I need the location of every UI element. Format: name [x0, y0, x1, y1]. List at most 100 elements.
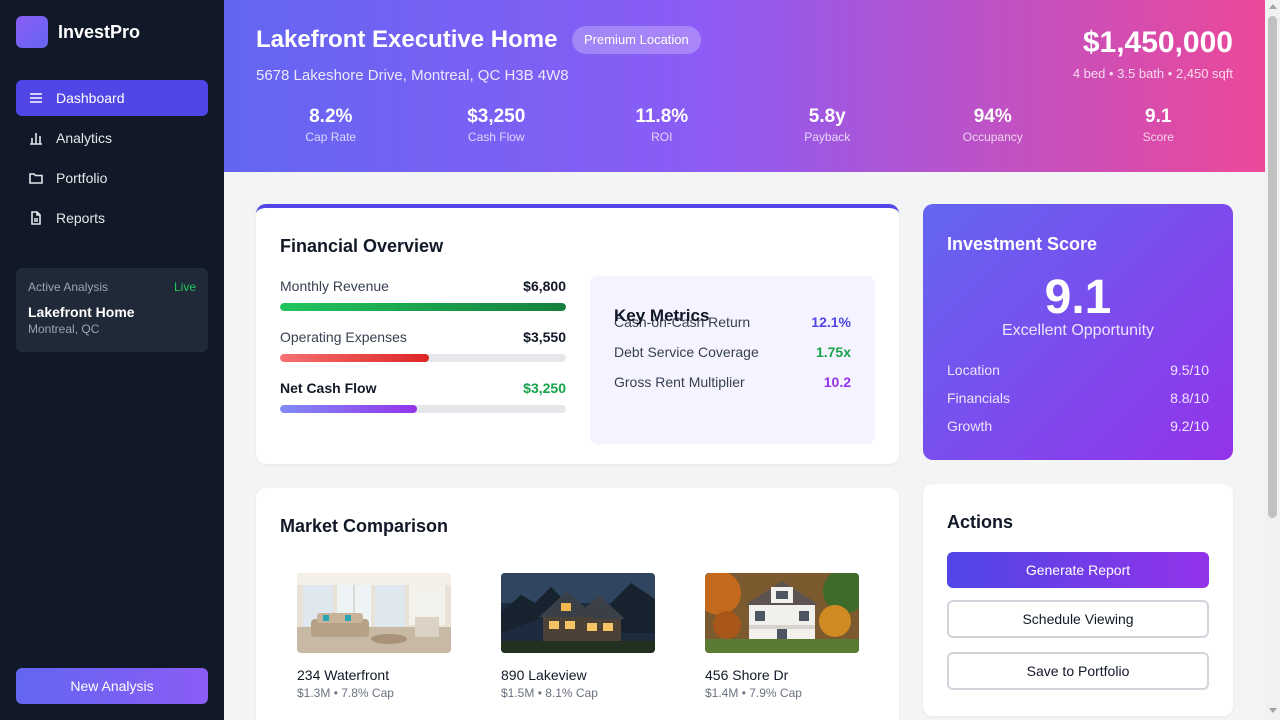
investment-score-value: 9.1 [1044, 271, 1112, 324]
property-photo [501, 573, 655, 653]
comparable-name: 890 Lakeview [501, 667, 587, 683]
comparable-cap: 7.9% Cap [749, 686, 802, 700]
sidebar-item-label: Portfolio [56, 170, 108, 186]
scroll-up-arrow-icon[interactable] [1269, 4, 1277, 9]
sidebar: InvestPro Dashboard Analytics Portfolio … [0, 0, 224, 720]
metric-label: Debt Service Coverage [614, 344, 759, 360]
stat-label: Cap Rate [305, 130, 357, 144]
property-address: 5678 Lakeshore Drive, Montreal, QC H3B 4… [256, 67, 569, 84]
document-icon [31, 211, 41, 225]
active-property-name: Lakefront Home [28, 304, 135, 320]
comparable-price: $1.3M [297, 686, 331, 700]
schedule-viewing-button[interactable]: Schedule Viewing [947, 600, 1209, 638]
monthly-revenue-row: Monthly Revenue $6,800 [280, 278, 566, 311]
bar-label: Net Cash Flow [280, 380, 377, 396]
score-value: 9.5/10 [1170, 362, 1209, 378]
key-metrics-panel: Key Metrics Cash-on-Cash Return 12.1% De… [590, 276, 875, 444]
market-comparison-card: Market Comparison 234 Waterfront $1.3M •… [256, 488, 899, 720]
market-comparison-title: Market Comparison [280, 516, 449, 536]
sidebar-nav: Dashboard Analytics Portfolio Reports [16, 80, 208, 240]
metric-label: Gross Rent Multiplier [614, 374, 745, 390]
sidebar-item-dashboard[interactable]: Dashboard [16, 80, 208, 116]
live-status: Live [173, 280, 196, 294]
stat-value: 9.1 [1145, 106, 1172, 127]
score-label: Location [947, 362, 1000, 378]
stat-value: 94% [973, 106, 1012, 127]
comparable-price: $1.5M [501, 686, 535, 700]
stat-label: Occupancy [962, 130, 1023, 144]
active-analysis-panel[interactable]: Active Analysis Live Lakefront Home Mont… [16, 268, 208, 352]
comparable-cap: 7.8% Cap [341, 686, 394, 700]
financial-overview-card: Financial Overview Monthly Revenue $6,80… [256, 204, 899, 464]
investment-score-title: Investment Score [947, 234, 1098, 254]
metric-value: 10.2 [823, 374, 851, 390]
property-photo [705, 573, 859, 653]
folder-icon [29, 173, 43, 184]
property-header: Lakefront Executive Home Premium Locatio… [224, 0, 1265, 172]
score-label: Growth [947, 418, 993, 434]
revenue-progress-fill [280, 303, 566, 311]
bar-amount: $3,250 [523, 380, 566, 396]
app-name: InvestPro [58, 21, 141, 42]
bar-amount: $3,550 [523, 329, 566, 345]
comparable-meta: $1.5M • 8.1% Cap [501, 686, 598, 700]
logo-icon [16, 16, 48, 48]
metric-value: 12.1% [811, 314, 851, 330]
key-metrics-title: Key Metrics [614, 306, 710, 325]
comparable-meta: $1.4M • 7.9% Cap [705, 686, 802, 700]
sidebar-item-label: Reports [56, 210, 106, 226]
key-metric-row: Gross Rent Multiplier 10.2 [614, 374, 851, 390]
sidebar-item-label: Dashboard [56, 90, 125, 106]
expenses-progress-fill [280, 354, 429, 362]
brand[interactable]: InvestPro [16, 16, 140, 48]
score-row: Location 9.5/10 [947, 362, 1209, 378]
progress-track [280, 303, 566, 311]
bar-amount: $6,800 [523, 278, 566, 294]
property-price: $1,450,000 [1082, 26, 1233, 59]
bar-chart-icon [30, 133, 42, 145]
sidebar-item-reports[interactable]: Reports [16, 200, 208, 236]
scroll-down-arrow-icon[interactable] [1269, 708, 1277, 713]
scrollbar-thumb[interactable] [1268, 16, 1277, 518]
net-cash-flow-row: Net Cash Flow $3,250 [280, 380, 566, 413]
comparable-property[interactable]: 456 Shore Dr $1.4M • 7.9% Cap [705, 573, 859, 700]
progress-track [280, 354, 566, 362]
property-title: Lakefront Executive Home [256, 26, 558, 53]
stat-score: 9.1 Score [1076, 106, 1242, 144]
actions-card: Actions Generate Report Schedule Viewing… [923, 484, 1233, 716]
stat-roi: 11.8% ROI [579, 106, 745, 144]
property-photo [297, 573, 451, 653]
financial-bars: Monthly Revenue $6,800 Operating Expense… [280, 278, 566, 431]
page-scrollbar[interactable] [1265, 0, 1280, 720]
comparable-price: $1.4M [705, 686, 739, 700]
stat-value: $3,250 [467, 106, 526, 127]
investment-score-subtitle: Excellent Opportunity [1001, 322, 1155, 339]
score-row: Growth 9.2/10 [947, 418, 1209, 434]
key-metric-row: Debt Service Coverage 1.75x [614, 344, 851, 360]
score-value: 9.2/10 [1170, 418, 1209, 434]
stat-cash-flow: $3,250 Cash Flow [414, 106, 580, 144]
sidebar-item-analytics[interactable]: Analytics [16, 120, 208, 156]
investment-score-card: Investment Score 9.1 Excellent Opportuni… [923, 204, 1233, 460]
header-stats: 8.2% Cap Rate $3,250 Cash Flow 11.8% ROI… [248, 106, 1241, 144]
save-to-portfolio-button[interactable]: Save to Portfolio [947, 652, 1209, 690]
comparable-cap: 8.1% Cap [545, 686, 598, 700]
stat-label: ROI [651, 130, 673, 144]
operating-expenses-row: Operating Expenses $3,550 [280, 329, 566, 362]
comparable-property[interactable]: 234 Waterfront $1.3M • 7.8% Cap [297, 573, 451, 700]
metric-value: 1.75x [815, 344, 851, 360]
stat-label: Cash Flow [467, 130, 525, 144]
stat-payback: 5.8y Payback [745, 106, 911, 144]
new-analysis-button[interactable]: New Analysis [16, 668, 208, 704]
bar-label: Monthly Revenue [280, 278, 389, 294]
financial-overview-title: Financial Overview [280, 236, 444, 256]
sidebar-item-portfolio[interactable]: Portfolio [16, 160, 208, 196]
property-specs: 4 bed • 3.5 bath • 2,450 sqft [1072, 66, 1233, 81]
stat-label: Score [1142, 130, 1174, 144]
cash-flow-progress-fill [280, 405, 418, 413]
comparable-property[interactable]: 890 Lakeview $1.5M • 8.1% Cap [501, 573, 655, 700]
score-row: Financials 8.8/10 [947, 390, 1209, 406]
location-badge: Premium Location [572, 26, 701, 54]
stat-occupancy: 94% Occupancy [910, 106, 1076, 144]
generate-report-button[interactable]: Generate Report [947, 552, 1209, 588]
